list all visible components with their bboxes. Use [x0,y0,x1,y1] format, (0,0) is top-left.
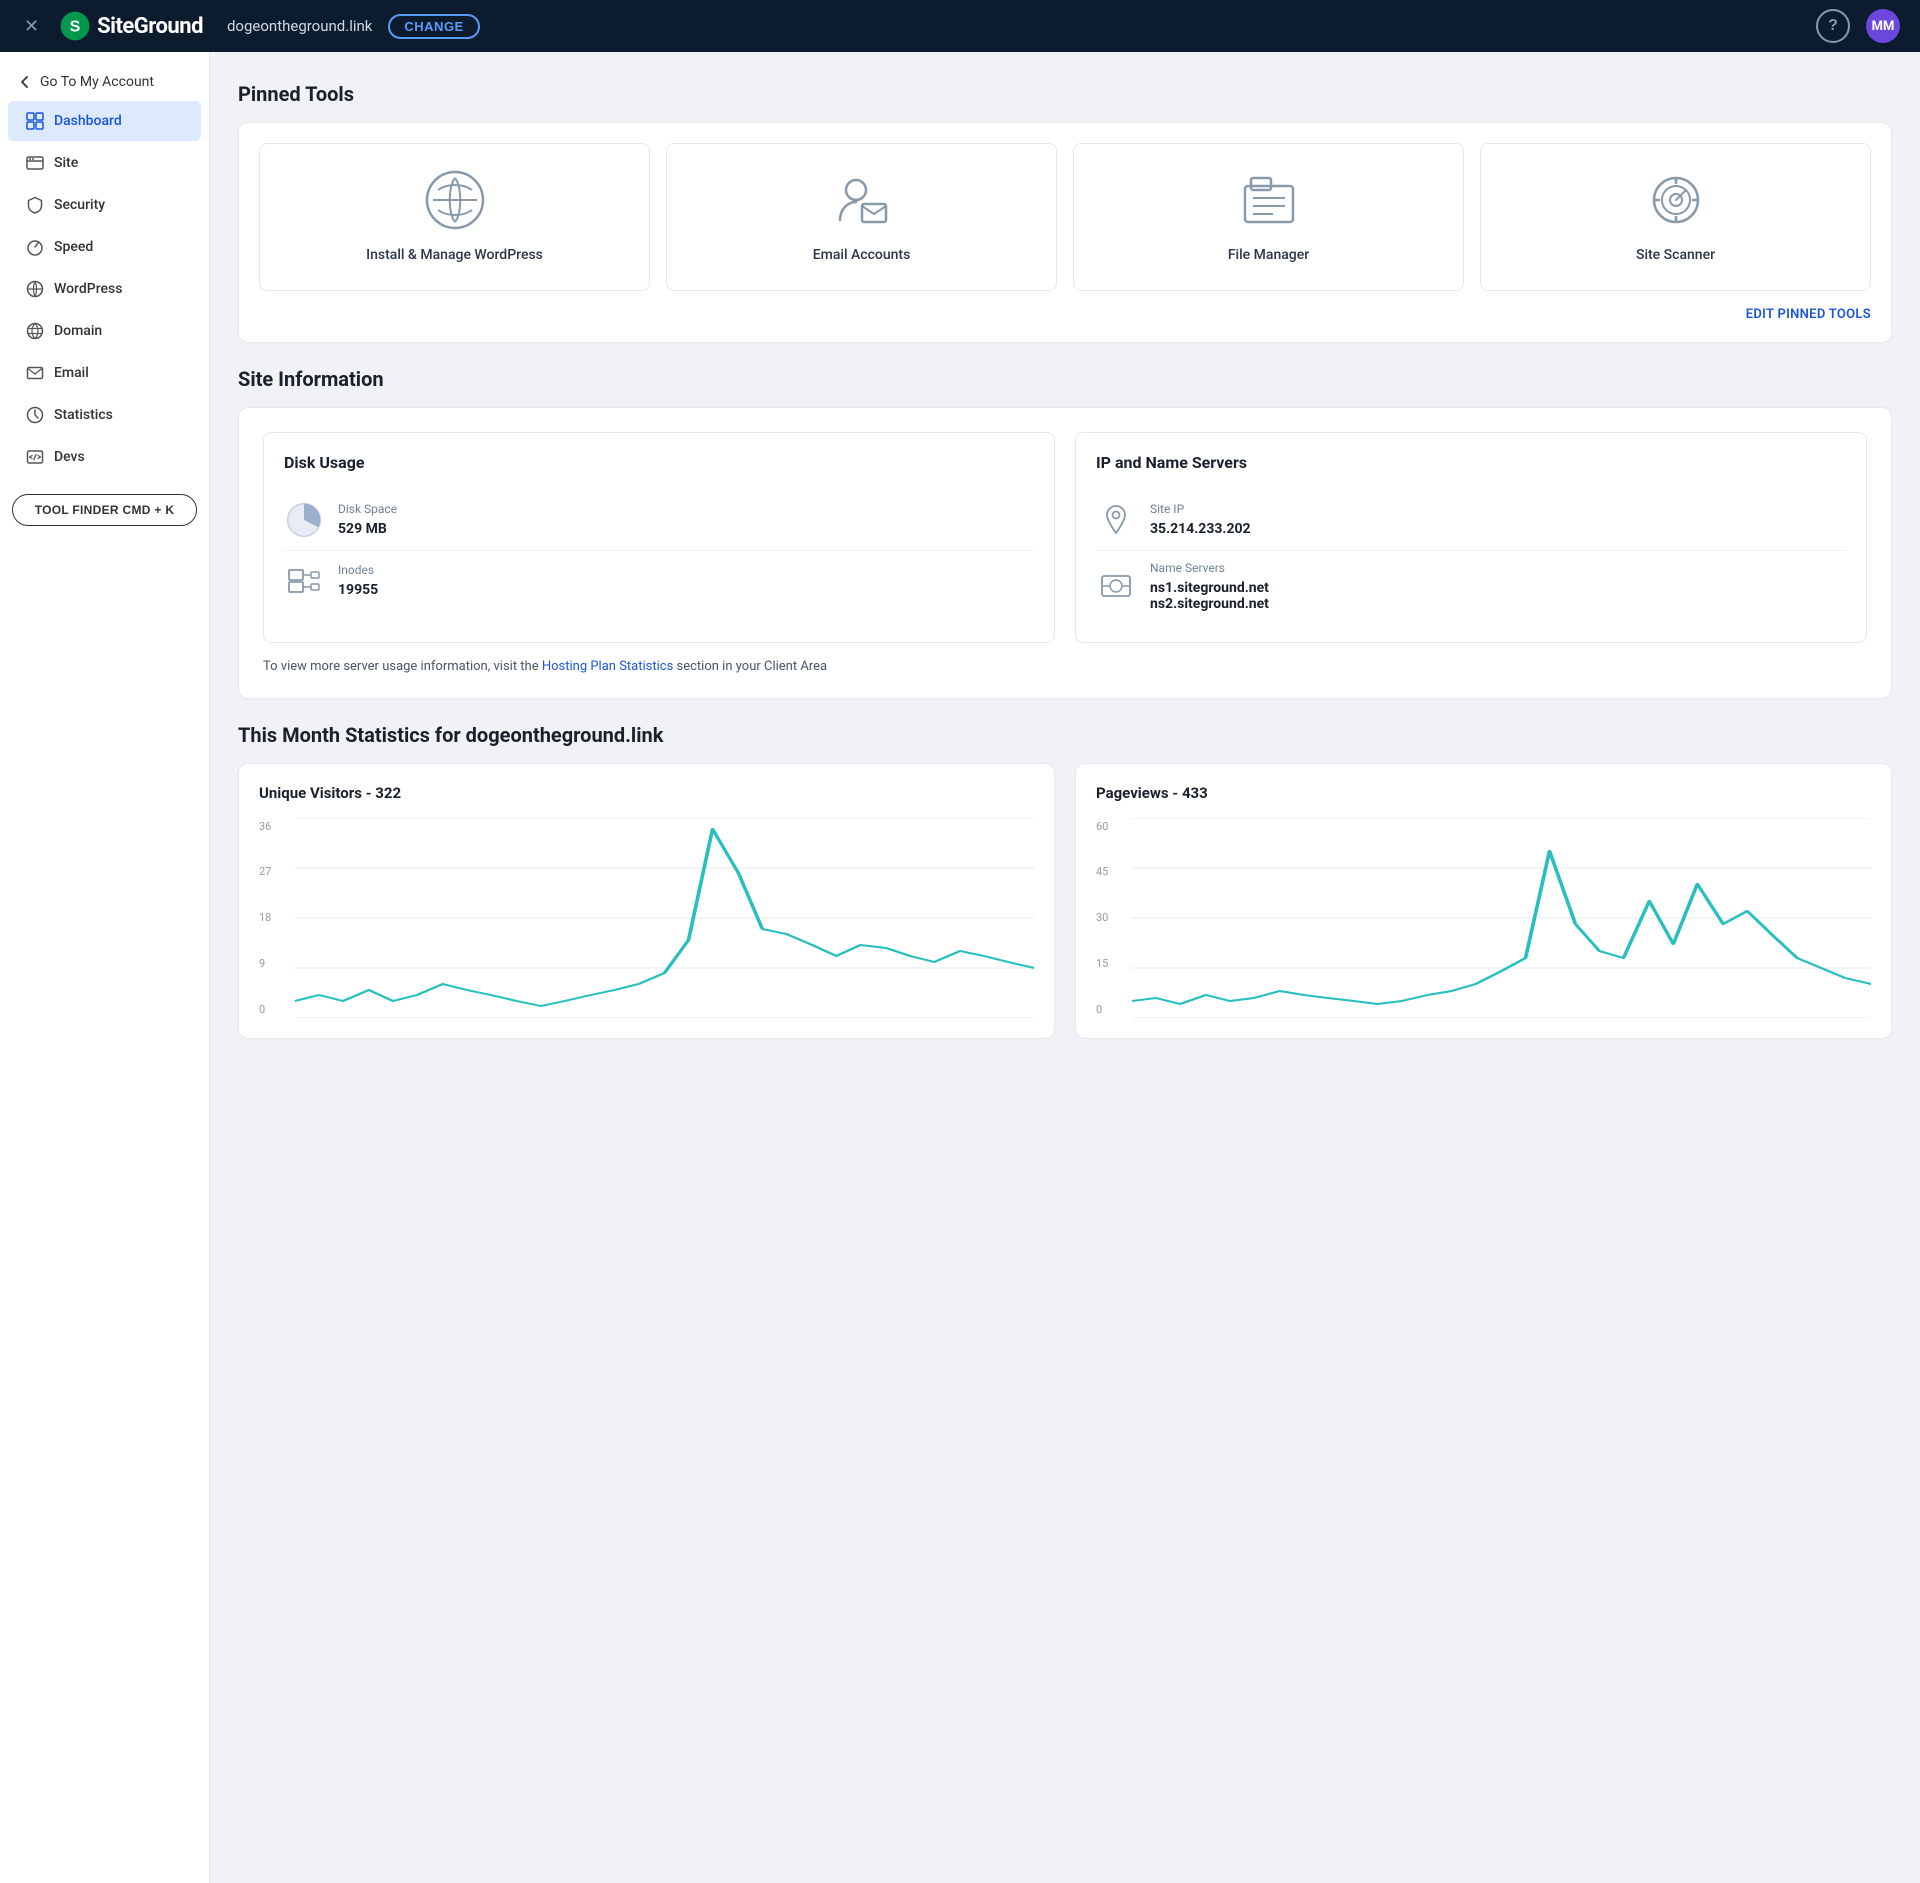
inodes-icon [284,561,324,601]
pinned-tool-email-accounts[interactable]: Email Accounts [666,143,1057,291]
disk-usage-title: Disk Usage [284,453,1034,472]
help-button[interactable]: ? [1816,9,1850,43]
unique-visitors-chart: 36271890 [259,818,1034,1018]
site-ip-label: Site IP [1150,502,1251,516]
name-servers-text: Name Servers ns1.siteground.net ns2.site… [1150,561,1269,612]
edit-pinned-tools-link[interactable]: EDIT PINNED TOOLS [259,307,1871,322]
sidebar-devs-label: Devs [54,449,85,465]
disk-space-label: Disk Space [338,502,397,516]
close-button[interactable]: ✕ [20,12,43,41]
go-to-my-account-link[interactable]: Go To My Account [0,64,209,100]
pinned-tool-email-label: Email Accounts [813,246,911,266]
disk-space-value: 529 MB [338,521,387,537]
site-info-card: Disk Usage Disk Space 529 MB [238,407,1892,699]
disk-space-text: Disk Space 529 MB [338,502,397,537]
go-to-my-account-label: Go To My Account [40,74,154,90]
sidebar-item-wordpress[interactable]: WordPress [8,269,201,309]
change-domain-button[interactable]: CHANGE [388,14,479,39]
svg-text:S: S [70,19,81,36]
main-content: Pinned Tools Install & Manage WordPress [210,52,1920,1883]
tool-finder-button[interactable]: TOOL FINDER CMD + K [12,494,197,526]
statistics-grid: Unique Visitors - 322 36271890 [238,763,1892,1039]
sidebar-wordpress-label: WordPress [54,281,122,297]
sidebar-item-statistics[interactable]: Statistics [8,395,201,435]
ip-servers-box: IP and Name Servers Site IP 35.214.233.2… [1075,432,1867,643]
sidebar-email-label: Email [54,365,89,381]
current-domain: dogeontheground.link [227,17,372,35]
server-usage-note: To view more server usage information, v… [263,659,1867,674]
pageviews-card: Pageviews - 433 604530150 [1075,763,1892,1039]
pinned-tools-card: Install & Manage WordPress Email Account… [238,122,1892,343]
sidebar-item-devs[interactable]: Devs [8,437,201,477]
sidebar-dashboard-label: Dashboard [54,113,122,129]
top-navigation: ✕ S SiteGround dogeontheground.link CHAN… [0,0,1920,52]
sidebar-item-site[interactable]: Site [8,143,201,183]
pinned-tool-file-manager[interactable]: File Manager [1073,143,1464,291]
pv-chart-svg-wrap [1132,818,1871,1018]
pinned-tool-site-scanner[interactable]: Site Scanner [1480,143,1871,291]
unique-visitors-card: Unique Visitors - 322 36271890 [238,763,1055,1039]
logo-text: SiteGround [97,14,203,39]
uv-chart-svg-wrap [295,818,1034,1018]
site-ip-value: 35.214.233.202 [1150,521,1251,537]
ns2-value: ns2.siteground.net [1150,596,1269,612]
name-servers-row: Name Servers ns1.siteground.net ns2.site… [1096,551,1846,622]
site-info-grid: Disk Usage Disk Space 529 MB [263,432,1867,643]
sidebar-statistics-label: Statistics [54,407,113,423]
pinned-tool-filemanager-label: File Manager [1228,246,1309,266]
pinned-tool-wordpress[interactable]: Install & Manage WordPress [259,143,650,291]
server-note-pre: To view more server usage information, v… [263,659,542,674]
logo: S SiteGround [59,10,203,42]
ip-servers-title: IP and Name Servers [1096,453,1846,472]
pinned-tools-grid: Install & Manage WordPress Email Account… [259,143,1871,291]
disk-space-row: Disk Space 529 MB [284,490,1034,551]
hosting-plan-statistics-link[interactable]: Hosting Plan Statistics [542,659,673,674]
sidebar-site-label: Site [54,155,78,171]
pinned-tools-title: Pinned Tools [238,82,1892,106]
sidebar: Go To My Account Dashboard Site Security… [0,52,210,1883]
site-ip-row: Site IP 35.214.233.202 [1096,490,1846,551]
pageviews-title: Pageviews - 433 [1096,784,1871,802]
site-ip-text: Site IP 35.214.233.202 [1150,502,1251,537]
sidebar-domain-label: Domain [54,323,102,339]
statistics-section-title: This Month Statistics for dogeonthegroun… [238,723,1892,747]
uv-y-labels: 36271890 [259,818,291,1018]
sidebar-item-security[interactable]: Security [8,185,201,225]
ns1-value: ns1.siteground.net [1150,580,1269,596]
avatar[interactable]: MM [1866,9,1900,43]
name-servers-label: Name Servers [1150,561,1269,575]
site-info-title: Site Information [238,367,1892,391]
disk-pie-icon [284,500,324,540]
sidebar-item-dashboard[interactable]: Dashboard [8,101,201,141]
pageviews-chart: 604530150 [1096,818,1871,1018]
disk-usage-box: Disk Usage Disk Space 529 MB [263,432,1055,643]
sidebar-item-domain[interactable]: Domain [8,311,201,351]
pinned-tool-wordpress-label: Install & Manage WordPress [366,246,543,266]
inodes-label: Inodes [338,563,378,577]
unique-visitors-title: Unique Visitors - 322 [259,784,1034,802]
pinned-tool-scanner-label: Site Scanner [1636,246,1715,266]
globe-icon [1096,566,1136,606]
server-note-post: section in your Client Area [673,659,827,674]
inodes-value: 19955 [338,582,378,598]
sidebar-item-email[interactable]: Email [8,353,201,393]
sidebar-speed-label: Speed [54,239,93,255]
sidebar-security-label: Security [54,197,105,213]
location-pin-icon [1096,500,1136,540]
inodes-row: Inodes 19955 [284,551,1034,611]
sidebar-item-speed[interactable]: Speed [8,227,201,267]
inodes-text: Inodes 19955 [338,563,378,598]
pv-y-labels: 604530150 [1096,818,1128,1018]
